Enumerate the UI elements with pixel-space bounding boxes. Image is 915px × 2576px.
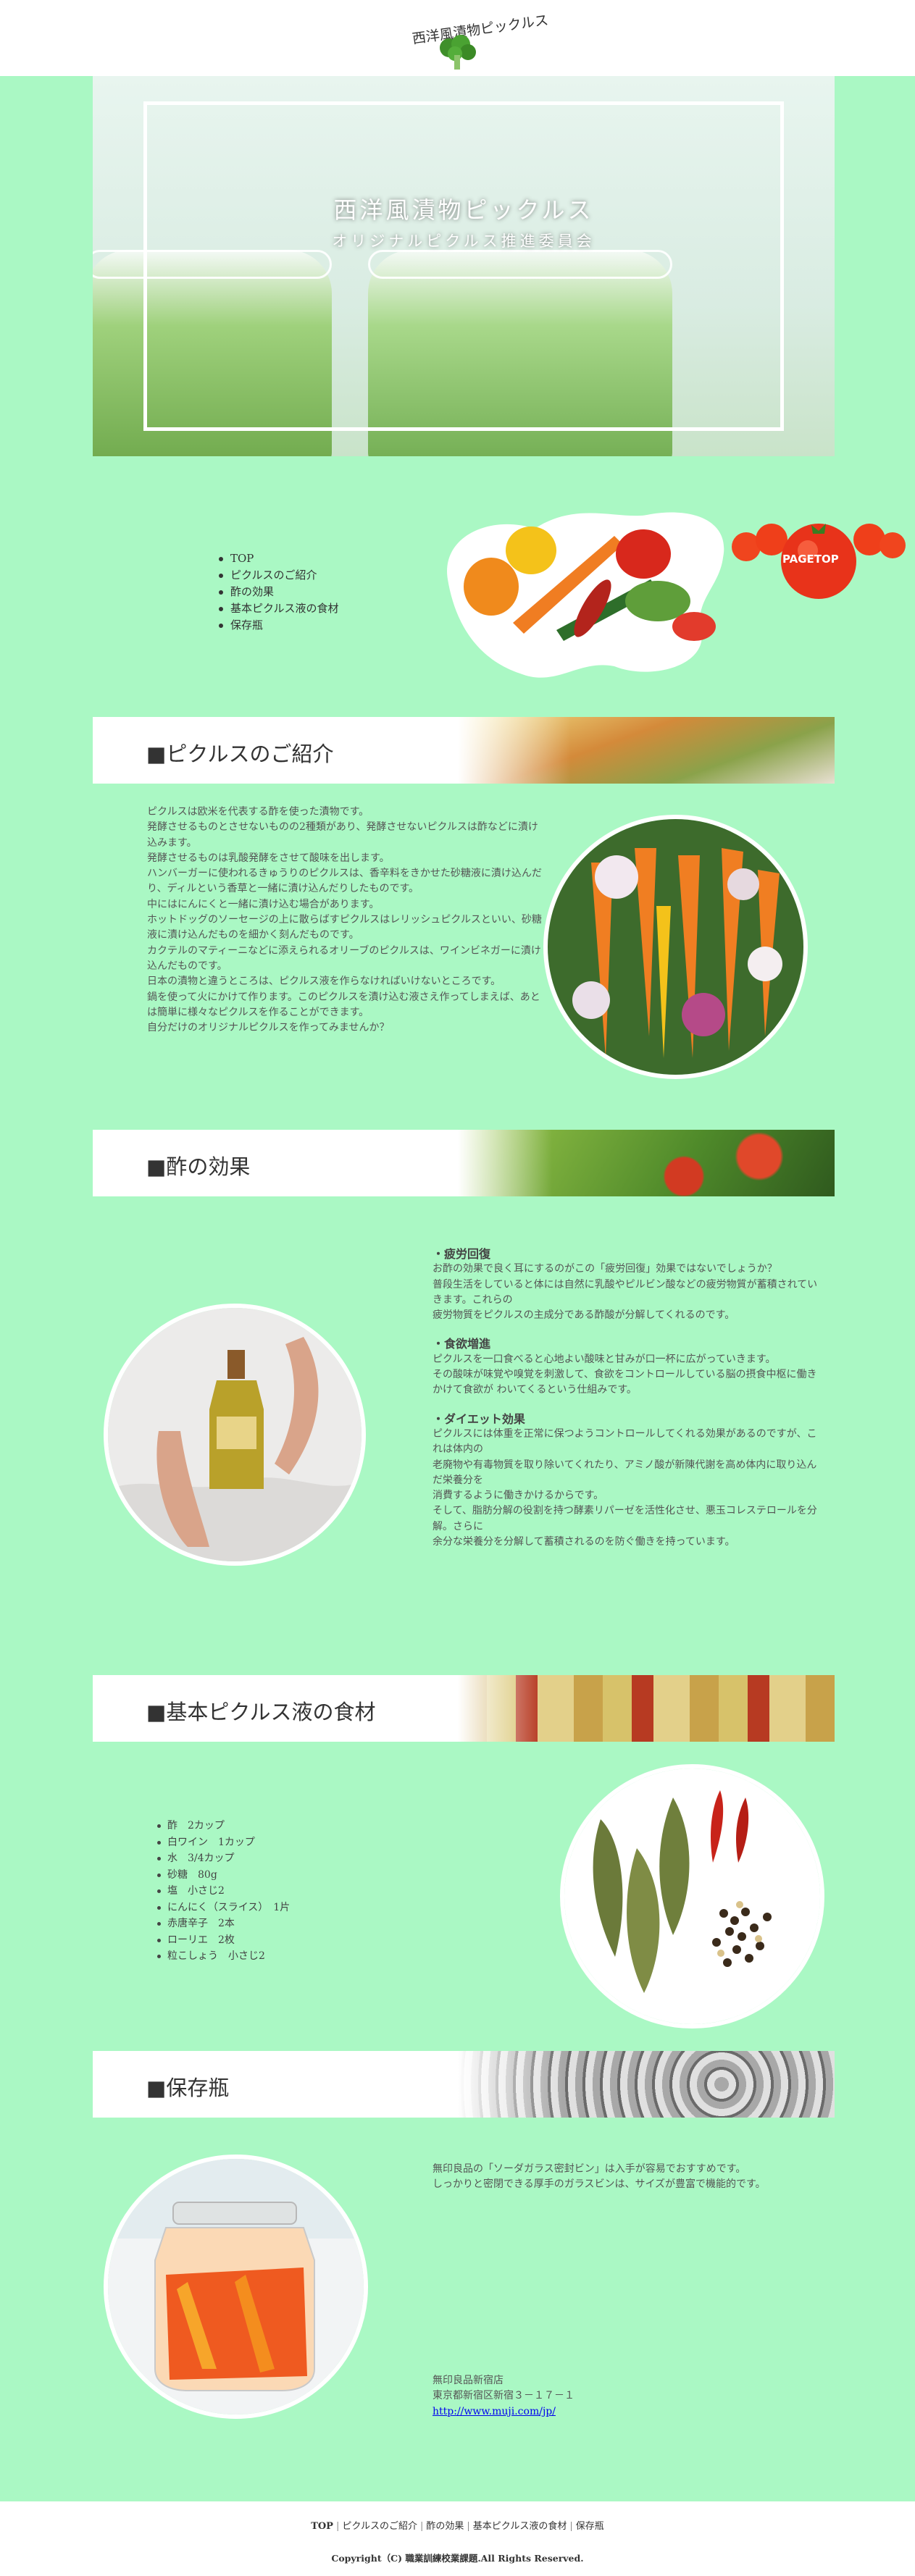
section-header-ingredients: ■基本ピクルス液の食材 <box>93 1675 835 1742</box>
section-header-intro: ■ピクルスのご紹介 <box>93 717 835 784</box>
carrots-image <box>543 815 808 1079</box>
ingredient-item: ローリエ 2枚 <box>156 1932 290 1949</box>
intro-text: ピクルスは欧米を代表する酢を使った漬物です。 発酵させるものとさせないものの2種… <box>147 805 542 1036</box>
intro-paragraph: 日本の漬物と違うところは、ピクルス液を作らなければいけないところです。 <box>147 976 501 988</box>
ingredient-item: 白ワイン 1カップ <box>156 1834 290 1851</box>
footer-link-vinegar[interactable]: 酢の効果 <box>426 2521 464 2532</box>
copyright: Copyright（C) 職業訓練校業課題.All Rights Reserve… <box>331 2553 584 2564</box>
ingredient-item: 砂糖 80g <box>156 1867 290 1884</box>
intro-paragraph: ピクルスは欧米を代表する酢を使った漬物です。 <box>147 806 369 818</box>
pagetop-button[interactable]: PAGETOP <box>732 518 906 605</box>
intro-paragraph: 発酵させるものは乳酸発酵をさせて酸味を出します。 <box>147 852 390 864</box>
section-title-intro: ■ピクルスのご紹介 <box>146 742 334 766</box>
shop-name: 無印良品新宿店 <box>433 2375 504 2386</box>
storage-jar-image <box>104 2155 368 2419</box>
footer-link-ingredients[interactable]: 基本ピクルス液の食材 <box>473 2521 567 2532</box>
vinegar-heading: ・ダイエット効果 <box>433 1411 525 1426</box>
vinegar-heading: ・食欲増進 <box>433 1337 491 1351</box>
pickle-jar-image <box>458 717 835 784</box>
vegetables-image <box>447 512 724 678</box>
footer-link-intro[interactable]: ピクルスのご紹介 <box>342 2521 417 2532</box>
site-logo[interactable]: 西洋風漬物ピックルス <box>406 4 549 71</box>
shop-link[interactable]: http://www.muji.com/jp/ <box>433 2406 556 2417</box>
hero-banner: 西洋風漬物ピックルス オリジナルピクルス推進委員会 <box>93 76 835 456</box>
pagetop-label: PAGETOP <box>782 553 839 566</box>
section-header-vinegar: ■酢の効果 <box>93 1130 835 1196</box>
footer-link-top[interactable]: TOP <box>311 2521 333 2532</box>
pickle-jars-image <box>458 1675 835 1742</box>
nav-item-storage[interactable]: 保存瓶 <box>217 617 339 634</box>
vinegar-line: 老廃物や有毒物質を取り除いてくれたり、アミノ酸が新陳代謝を高め体内に取り込んだ栄… <box>433 1459 817 1486</box>
glass-jars-image <box>458 2051 835 2118</box>
main-nav: TOP ピクルスのご紹介 酢の効果 基本ピクルス液の食材 保存瓶 <box>217 550 339 634</box>
nav-item-vinegar[interactable]: 酢の効果 <box>217 584 339 600</box>
section-title-ingredients: ■基本ピクルス液の食材 <box>146 1700 376 1724</box>
vinegar-heading: ・疲労回復 <box>433 1247 491 1261</box>
ingredient-item: 塩 小さじ2 <box>156 1883 290 1900</box>
salad-image <box>458 1130 835 1196</box>
vinegar-line: 消費するように働きかけるからです。 <box>433 1490 604 1502</box>
footer-nav: TOP | ピクルスのご紹介 | 酢の効果 | 基本ピクルス液の食材 | 保存瓶 <box>311 2521 604 2532</box>
storage-line: しっかりと密閉できる厚手のガラスビンは、サイズが豊富で機能的です。 <box>433 2178 766 2191</box>
footer-link-storage[interactable]: 保存瓶 <box>576 2521 604 2532</box>
shop-info: 無印良品新宿店 東京都新宿区新宿３－１７－１ http://www.muji.c… <box>433 2373 722 2420</box>
section-title-vinegar: ■酢の効果 <box>146 1154 251 1179</box>
storage-text: 無印良品の「ソーダガラス密封ビン」は入手が容易でおすすめです。 しっかりと密閉で… <box>433 2162 824 2193</box>
vinegar-line: そして、脂肪分解の役割を持つ酵素リパーゼを活性化させ、悪玉コレステロールを分解。… <box>433 1505 817 1532</box>
intro-paragraph: 鍋を使って火にかけて作ります。このピクルスを漬け込む液さえ作ってしまえば、あとは… <box>147 991 540 1018</box>
hero-subtitle: オリジナルピクルス推進委員会 <box>332 232 596 250</box>
site-footer: TOP | ピクルスのご紹介 | 酢の効果 | 基本ピクルス液の食材 | 保存瓶 Copyrig… <box>0 2501 915 2576</box>
ingredient-item: 水 3/4カップ <box>156 1850 290 1867</box>
vinegar-line: その酸味が味覚や嗅覚を刺激して、食欲をコントロールしている脳の摂食中枢に働きかけ… <box>433 1369 817 1396</box>
intro-paragraph: 自分だけのオリジナルピクルスを作ってみませんか？ <box>147 1022 390 1034</box>
section-title-storage: ■保存瓶 <box>146 2076 230 2100</box>
hero-title: 西洋風漬物ピックルス <box>333 196 594 224</box>
vinegar-line: お酢の効果で良く耳にするのがこの「疲労回復」効果ではないでしょうか？ <box>433 1263 777 1275</box>
vinegar-line: 余分な栄養分を分解して蓄積されるのを防ぐ働きを持っています。 <box>433 1536 735 1548</box>
ingredient-item: 粒こしょう 小さじ2 <box>156 1948 290 1965</box>
intro-paragraph: カクテルのマティーニなどに添えられるオリーブのピクルスは、ワインビネガーに漬け込… <box>147 944 541 972</box>
vinegar-bottle-image <box>104 1304 366 1566</box>
vinegar-line: ピクルスには体重を正常に保つようコントロールしてくれる効果があるのですが、これは… <box>433 1427 817 1456</box>
intro-paragraph: ハンバーガーに使われるきゅうりのピクルスは、香辛料をきかせた砂糖液に漬け込んだり… <box>147 868 542 895</box>
storage-line: 無印良品の「ソーダガラス密封ビン」は入手が容易でおすすめです。 <box>433 2163 746 2175</box>
ingredients-list: 酢 2カップ 白ワイン 1カップ 水 3/4カップ 砂糖 80g 塩 小さじ2 … <box>156 1818 290 1965</box>
vinegar-line: ピクルスを一口食べると心地よい酸味と甘みが口一杯に広がっていきます。 <box>433 1353 776 1365</box>
intro-paragraph: 中にはにんにくと一緒に漬け込む場合があります。 <box>147 898 380 910</box>
nav-item-ingredients[interactable]: 基本ピクルス液の食材 <box>217 600 339 617</box>
nav-item-intro[interactable]: ピクルスのご紹介 <box>217 567 339 584</box>
section-header-storage: ■保存瓶 <box>93 2051 835 2118</box>
vinegar-line: 疲労物質をピクルスの主成分である酢酸が分解してくれるのです。 <box>433 1309 735 1322</box>
nav-item-top[interactable]: TOP <box>217 550 339 567</box>
vinegar-line: 普段生活をしていると体には自然に乳酸やピルビン酸などの疲労物質が蓄積されていきま… <box>433 1278 818 1306</box>
site-header: 西洋風漬物ピックルス <box>0 0 915 76</box>
spices-image <box>560 1764 824 2029</box>
ingredient-item: 赤唐辛子 2本 <box>156 1916 290 1932</box>
broccoli-icon <box>440 35 476 70</box>
hero-frame <box>143 101 784 431</box>
intro-paragraph: 発酵させるものとさせないものの2種類があり、発酵させないピクルスは酢などに漬け込… <box>147 821 538 849</box>
ingredient-item: 酢 2カップ <box>156 1818 290 1834</box>
shop-address: 東京都新宿区新宿３－１７－１ <box>433 2390 575 2402</box>
ingredient-item: にんにく（スライス） 1片 <box>156 1900 290 1916</box>
vinegar-text: ・疲労回復 お酢の効果で良く耳にするのがこの「疲労回復」効果ではないでしょうか？… <box>433 1241 820 1550</box>
intro-paragraph: ホットドッグのソーセージの上に散らばすピクルスはレリッシュピクルスといい、砂糖液… <box>147 914 542 941</box>
